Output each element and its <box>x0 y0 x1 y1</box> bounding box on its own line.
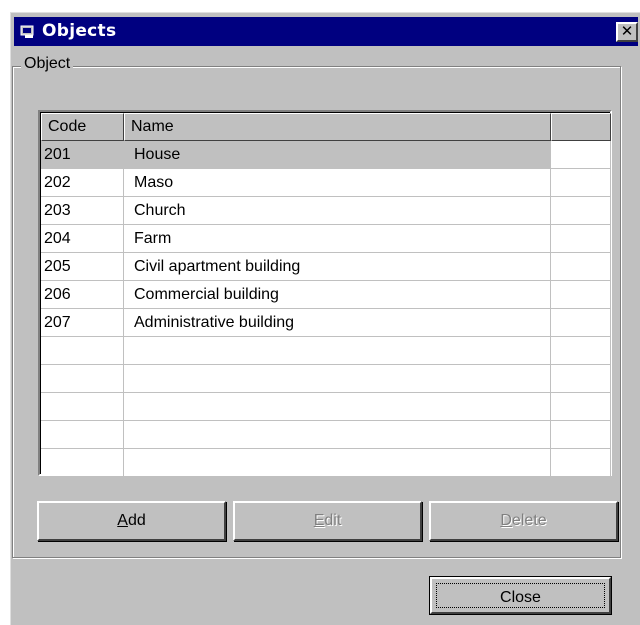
extra-cell[interactable] <box>551 421 611 449</box>
table-row[interactable] <box>41 393 611 421</box>
table-row[interactable]: 204 Farm <box>41 225 611 253</box>
name-cell[interactable] <box>124 449 551 477</box>
code-cell[interactable] <box>41 449 124 477</box>
table-row[interactable]: 207 Administrative building <box>41 309 611 337</box>
table-row[interactable]: 206 Commercial building <box>41 281 611 309</box>
table-row[interactable]: 202 Maso <box>41 169 611 197</box>
extra-cell[interactable] <box>551 309 611 337</box>
extra-cell[interactable] <box>551 169 611 197</box>
name-cell[interactable] <box>124 421 551 449</box>
name-cell[interactable]: Commercial building <box>124 281 551 309</box>
table-row[interactable]: 201 House <box>41 141 611 169</box>
table-row[interactable] <box>41 365 611 393</box>
code-cell[interactable]: 203 <box>41 197 124 225</box>
name-cell[interactable] <box>124 393 551 421</box>
add-button[interactable]: Add <box>37 501 226 541</box>
code-cell[interactable]: 202 <box>41 169 124 197</box>
code-cell[interactable]: 206 <box>41 281 124 309</box>
close-button[interactable]: Close <box>429 576 612 615</box>
edit-button-accel: E <box>313 512 325 529</box>
title-bar[interactable]: Objects <box>14 17 638 46</box>
extra-cell[interactable] <box>551 197 611 225</box>
add-button-label: dd <box>127 512 146 529</box>
extra-cell[interactable] <box>551 225 611 253</box>
edit-button[interactable]: Edit <box>233 501 422 541</box>
code-cell[interactable] <box>41 421 124 449</box>
table-row[interactable] <box>41 337 611 365</box>
extra-cell[interactable] <box>551 365 611 393</box>
name-cell[interactable] <box>124 365 551 393</box>
name-cell[interactable] <box>124 337 551 365</box>
name-cell[interactable]: House <box>124 141 551 169</box>
code-cell[interactable]: 204 <box>41 225 124 253</box>
table-row[interactable]: 205 Civil apartment building <box>41 253 611 281</box>
window-title: Objects <box>42 21 117 41</box>
group-label: Object <box>21 54 74 74</box>
name-cell[interactable]: Church <box>124 197 551 225</box>
name-cell[interactable]: Maso <box>124 169 551 197</box>
extra-cell[interactable] <box>551 253 611 281</box>
close-button-label: Close <box>436 583 605 608</box>
extra-cell[interactable] <box>551 337 611 365</box>
name-cell[interactable]: Farm <box>124 225 551 253</box>
code-cell[interactable] <box>41 365 124 393</box>
column-header-name[interactable]: Name <box>124 113 551 141</box>
close-icon[interactable]: ✕ <box>616 22 638 42</box>
table-row[interactable] <box>41 449 611 477</box>
code-cell[interactable]: 201 <box>41 141 124 169</box>
code-cell[interactable] <box>41 337 124 365</box>
delete-button-label: elete <box>511 512 547 529</box>
delete-button-accel: D <box>500 512 512 529</box>
objects-grid[interactable]: Code Name 201 House 202 Maso 203 Church 204 Far… <box>38 110 612 477</box>
code-cell[interactable]: 205 <box>41 253 124 281</box>
delete-button[interactable]: Delete <box>429 501 618 541</box>
table-row[interactable] <box>41 421 611 449</box>
table-row[interactable]: 203 Church <box>41 197 611 225</box>
code-cell[interactable]: 207 <box>41 309 124 337</box>
column-header-code[interactable]: Code <box>41 113 124 141</box>
extra-cell[interactable] <box>551 281 611 309</box>
edit-button-label: dit <box>324 512 342 529</box>
extra-cell[interactable] <box>551 449 611 477</box>
name-cell[interactable]: Civil apartment building <box>124 253 551 281</box>
extra-cell[interactable] <box>551 141 611 169</box>
add-button-accel: A <box>117 512 128 529</box>
window-app-icon <box>20 25 34 38</box>
column-header-extra[interactable] <box>551 113 611 141</box>
name-cell[interactable]: Administrative building <box>124 309 551 337</box>
code-cell[interactable] <box>41 393 124 421</box>
extra-cell[interactable] <box>551 393 611 421</box>
